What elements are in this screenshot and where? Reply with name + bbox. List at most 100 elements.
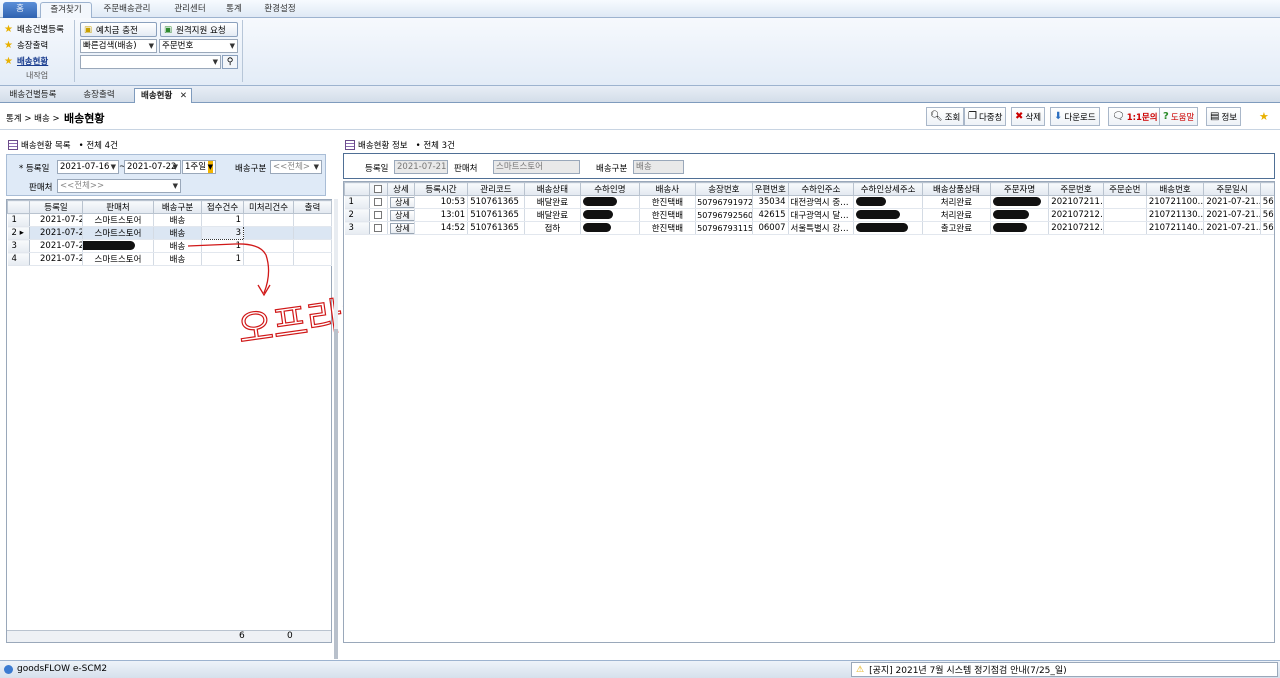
splitter[interactable]	[334, 199, 338, 659]
table-row[interactable]: 2 상세13:01510761365배달완료 한진택배507967925603⚲42…	[344, 208, 1274, 222]
cell-orderer	[990, 195, 1050, 209]
favorite-star-icon[interactable]: ★	[1259, 110, 1269, 123]
tab-favorites[interactable]: 즐겨찾기	[40, 2, 92, 18]
cell-ship-no: 210721100…	[1146, 195, 1205, 209]
doc-tab-invoice-print[interactable]: 송장출력	[68, 88, 130, 103]
table-row[interactable]: 1 상세10:53510761365배달완료 한진택배507967919723⚲35…	[344, 195, 1274, 209]
column-header[interactable]: 배송상태	[523, 182, 582, 196]
splitter-handle[interactable]	[334, 329, 338, 659]
column-header[interactable]: 등록일	[29, 200, 83, 214]
tab-statistics[interactable]: 통계	[220, 2, 248, 18]
doc-tab-shipment-register[interactable]: 배송건별등록	[2, 88, 64, 103]
multi-window-button[interactable]: ❐ 다중창	[964, 107, 1007, 126]
column-header[interactable]: 배송상품상태	[922, 182, 991, 196]
deposit-charge-button[interactable]: ▣ 예치금 충전	[80, 22, 157, 37]
column-header[interactable]: 등록시간	[413, 182, 469, 196]
nav-item-invoice-print[interactable]: ★ 송장출력	[4, 38, 48, 52]
quick-search-select[interactable]: 빠른검색(배송) ▼	[80, 39, 157, 53]
footer-received-total: 6	[239, 631, 245, 641]
remote-support-button[interactable]: ▣ 원격지원 요청	[160, 22, 238, 37]
star-icon: ★	[4, 55, 13, 67]
help-button[interactable]: ? 도움말	[1159, 107, 1199, 126]
table-row[interactable]: 3 상세14:52510761365접하 한진택배507967931155⚲0600…	[344, 221, 1274, 235]
search-button[interactable]: 🔍︎ 조회	[926, 107, 965, 126]
quick-search-value: 빠른검색(배송)	[83, 41, 137, 51]
inquiry-button[interactable]: 🗨︎ 1:1문의	[1108, 107, 1162, 126]
column-header[interactable]: 접수건수	[201, 200, 244, 214]
download-icon: ⬇	[1054, 111, 1063, 122]
search-input[interactable]: ▼	[80, 55, 221, 69]
cell-code: 510761365	[467, 221, 525, 235]
column-header[interactable]: 우편번호	[751, 182, 789, 196]
column-header[interactable]: 송장번호	[695, 182, 753, 196]
detail-button[interactable]: 상세	[390, 222, 414, 234]
cell-orderer	[990, 221, 1050, 235]
column-header[interactable]: 주문순번	[1102, 182, 1147, 196]
cell-product-status: 처리완료	[922, 208, 991, 222]
cell-time: 10:53	[414, 195, 469, 209]
notice-box[interactable]: ⚠ [공지] 2021년 7월 시스템 정기점검 안내(7/25_일)	[851, 662, 1278, 677]
column-header[interactable]: 수하인주소	[787, 182, 855, 196]
column-header[interactable]: 관리코드	[467, 182, 525, 196]
chevron-down-icon: ▼	[148, 42, 154, 50]
date-from-picker[interactable]: 2021-07-16 ▼	[57, 160, 119, 174]
tab-management-center[interactable]: 관리센터	[165, 2, 215, 18]
download-button[interactable]: ⬇ 다운로드	[1050, 107, 1100, 126]
column-header[interactable]: 수하인상세주소	[853, 182, 924, 196]
column-header[interactable]: 판매처	[82, 200, 154, 214]
period-select[interactable]: 1주일 ▼	[182, 160, 216, 174]
cell-detail: 상세	[387, 208, 415, 222]
seller-label: 판매처	[29, 183, 53, 193]
column-header[interactable]: 주문자명	[989, 182, 1050, 196]
cell-extra: 565390	[1260, 195, 1274, 209]
inquiry-label: 1:1문의	[1126, 112, 1158, 123]
delete-button[interactable]: ✖ 삭제	[1011, 107, 1046, 126]
nav-item-shipping-status[interactable]: ★ 배송현황	[4, 54, 48, 68]
column-header[interactable]: 주문일시	[1203, 182, 1261, 196]
order-number-select[interactable]: 주문번호 ▼	[159, 39, 238, 53]
cell-detail: 상세	[387, 221, 415, 235]
search-button[interactable]: ⚲	[222, 55, 238, 69]
doc-tab-shipping-status[interactable]: 배송현황 ✕	[134, 88, 192, 103]
seller-select[interactable]: <<전체>> ▼	[57, 179, 181, 193]
cell-order-seq	[1103, 208, 1147, 222]
nav-item-label: 배송현황	[16, 57, 49, 67]
row-checkbox[interactable]	[369, 221, 389, 235]
remote-icon: ▣	[164, 24, 173, 35]
cell-date: 2021-07-22	[29, 213, 83, 227]
select-all-checkbox[interactable]	[368, 182, 389, 196]
invoice-number: 507967919723	[697, 197, 751, 207]
tab-home[interactable]: 홈	[3, 2, 37, 18]
date-to-picker[interactable]: 2021-07-22 ▼	[124, 160, 181, 174]
invoice-number: 507967925603	[697, 210, 751, 220]
column-header[interactable]: 미처리건수	[243, 200, 294, 214]
cell-order-no: 202107211…	[1048, 195, 1104, 209]
column-header[interactable]: 상세	[387, 182, 415, 196]
column-header[interactable]: 수하인명	[580, 182, 640, 196]
column-header[interactable]: 배송번호	[1145, 182, 1205, 196]
nav-item-label: 배송건별등록	[16, 25, 64, 35]
column-header	[7, 200, 30, 214]
detail-button[interactable]: 상세	[390, 196, 414, 208]
detail-button[interactable]: 상세	[390, 209, 414, 221]
info-button[interactable]: ▤ 정보	[1206, 107, 1242, 126]
close-icon[interactable]: ✕	[180, 89, 187, 103]
ship-type-select[interactable]: <<전체> ▼	[270, 160, 322, 174]
column-header[interactable]: 상	[1259, 182, 1274, 196]
tab-settings[interactable]: 환경설정	[256, 2, 304, 18]
reg-date-field: 2021-07-21	[394, 160, 448, 174]
row-checkbox[interactable]	[369, 208, 389, 222]
column-header[interactable]: 배송사	[638, 182, 697, 196]
column-header[interactable]: 배송구분	[153, 200, 202, 214]
tab-order-shipping[interactable]: 주문배송관리	[96, 2, 158, 18]
column-header[interactable]: 출력	[293, 200, 332, 214]
cell-address-detail	[853, 195, 924, 209]
row-checkbox[interactable]	[369, 195, 389, 209]
nav-item-label: 송장출력	[16, 41, 49, 51]
ship-type-label: 배송구분	[596, 164, 628, 174]
column-header[interactable]: 주문번호	[1048, 182, 1104, 196]
cell-order-no: 202107212…	[1048, 208, 1104, 222]
redaction-mark	[583, 197, 618, 206]
nav-item-shipment-register[interactable]: ★ 배송건별등록	[4, 22, 64, 36]
redaction-mark	[583, 210, 614, 219]
